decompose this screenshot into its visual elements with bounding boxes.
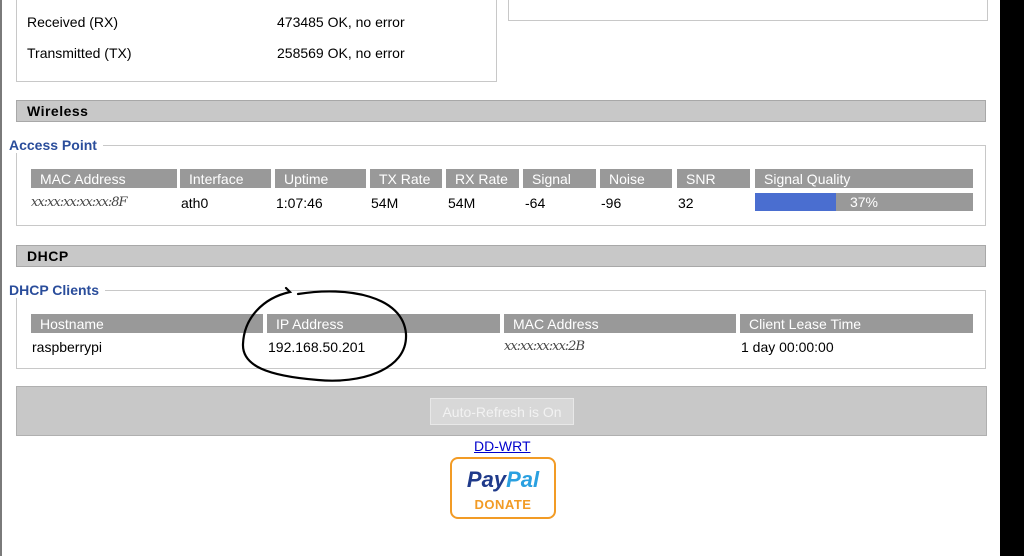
th-snr[interactable]: SNR (677, 169, 750, 188)
th-signal[interactable]: Signal (523, 169, 596, 188)
ap-tx-rate: 54M (371, 195, 399, 211)
client-hostname: raspberrypi (32, 339, 103, 355)
section-wireless: Wireless (16, 100, 986, 122)
window-edge (1000, 0, 1024, 556)
th-mac-address[interactable]: MAC Address (31, 169, 177, 188)
paypal-donate-label: DONATE (474, 497, 532, 512)
client-lease-time: 1 day 00:00:00 (741, 339, 834, 355)
th-interface[interactable]: Interface (180, 169, 271, 188)
th-hostname[interactable]: Hostname (31, 314, 263, 333)
paypal-logo: PayPal (466, 467, 540, 492)
auto-refresh-button[interactable]: Auto-Refresh is On (430, 398, 574, 425)
interface-stats-box (16, 0, 497, 82)
client-mac-redacted: xx:xx:xx:xx:2B (504, 339, 585, 354)
th-tx-rate[interactable]: TX Rate (370, 169, 442, 188)
ap-uptime: 1:07:46 (276, 195, 323, 211)
signal-quality-bar: 37% (755, 193, 973, 211)
dhcp-clients-legend: DHCP Clients (9, 282, 105, 298)
th-signal-quality[interactable]: Signal Quality (755, 169, 973, 188)
th-rx-rate[interactable]: RX Rate (446, 169, 519, 188)
hand-drawn-circle-annotation (241, 286, 408, 382)
page: Received (RX) 473485 OK, no error Transm… (0, 0, 1002, 556)
paypal-donate-button[interactable]: PayPal DONATE (450, 457, 556, 519)
ap-snr: 32 (678, 195, 694, 211)
th-dhcp-mac-address[interactable]: MAC Address (504, 314, 736, 333)
ap-rx-rate: 54M (448, 195, 476, 211)
ap-signal: -64 (525, 195, 546, 211)
access-point-legend: Access Point (9, 137, 103, 153)
th-uptime[interactable]: Uptime (275, 169, 366, 188)
ap-mac-redacted: xx:xx:xx:xx:xx:8F (31, 195, 128, 210)
received-label: Received (RX) (27, 14, 119, 30)
ap-interface: ath0 (181, 195, 209, 211)
section-dhcp: DHCP (16, 245, 986, 267)
ap-noise: -96 (601, 195, 622, 211)
th-noise[interactable]: Noise (600, 169, 672, 188)
dd-wrt-link[interactable]: DD-WRT (474, 438, 531, 454)
signal-quality-text: 37% (849, 194, 879, 210)
transmitted-value: 258569 OK, no error (277, 45, 405, 61)
received-value: 473485 OK, no error (277, 14, 405, 30)
th-client-lease-time[interactable]: Client Lease Time (740, 314, 973, 333)
transmitted-label: Transmitted (TX) (27, 45, 132, 61)
right-info-box (508, 0, 988, 21)
